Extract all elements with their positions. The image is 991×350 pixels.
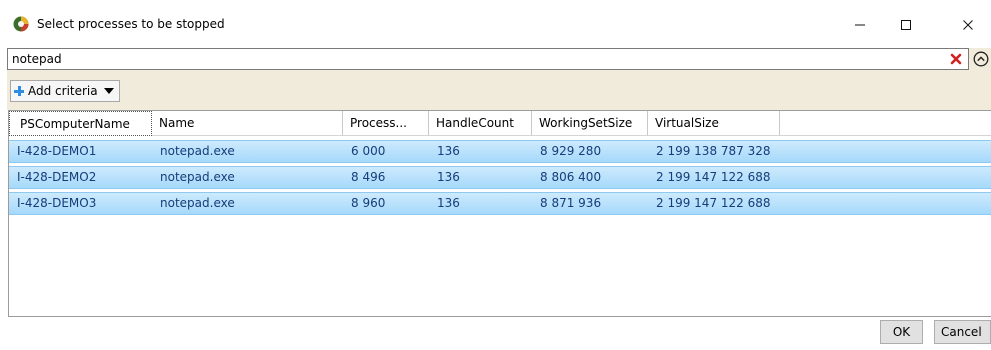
clear-search-icon[interactable] <box>949 52 963 66</box>
app-icon <box>13 16 29 32</box>
close-button[interactable] <box>945 8 991 40</box>
close-icon <box>963 19 973 30</box>
column-header-virtualsize[interactable]: VirtualSize <box>648 111 780 136</box>
table-row[interactable]: I-428-DEMO3 notepad.exe 8 960 136 8 871 … <box>9 192 991 215</box>
search-input[interactable] <box>7 48 969 70</box>
cell-computer: I-428-DEMO3 <box>17 196 97 210</box>
cancel-button[interactable]: Cancel <box>934 320 991 344</box>
cell-process-id: 8 496 <box>351 170 386 184</box>
title-bar: Select processes to be stopped <box>0 0 991 40</box>
column-header-name[interactable]: Name <box>152 111 343 136</box>
cell-working-set: 8 871 936 <box>540 196 602 210</box>
cell-handle-count: 136 <box>437 196 460 210</box>
chevron-up-circle-icon[interactable] <box>973 51 989 67</box>
table-row[interactable]: I-428-DEMO1 notepad.exe 6 000 136 8 929 … <box>9 140 991 163</box>
add-criteria-label: Add criteria <box>28 84 98 98</box>
cell-process-id: 8 960 <box>351 196 386 210</box>
table-row[interactable]: I-428-DEMO2 notepad.exe 8 496 136 8 806 … <box>9 166 991 189</box>
column-header-process[interactable]: Process... <box>343 111 429 136</box>
process-grid: PSComputerName Name Process... HandleCou… <box>8 110 991 317</box>
minimize-button[interactable] <box>837 8 883 40</box>
cell-name: notepad.exe <box>160 144 235 158</box>
criteria-bar: Add criteria <box>7 70 991 110</box>
maximize-button[interactable] <box>883 8 929 40</box>
grid-rows: I-428-DEMO1 notepad.exe 6 000 136 8 929 … <box>9 140 991 218</box>
plus-icon <box>14 86 24 96</box>
grid-header: PSComputerName Name Process... HandleCou… <box>9 111 991 136</box>
window-title: Select processes to be stopped <box>37 17 225 31</box>
cell-handle-count: 136 <box>437 170 460 184</box>
cell-working-set: 8 929 280 <box>540 144 602 158</box>
cell-process-id: 6 000 <box>351 144 386 158</box>
cell-virtual-size: 2 199 147 122 688 <box>656 170 771 184</box>
caret-down-icon <box>103 88 114 94</box>
cell-name: notepad.exe <box>160 170 235 184</box>
cell-virtual-size: 2 199 138 787 328 <box>656 144 771 158</box>
maximize-icon <box>901 19 911 30</box>
column-header-filler <box>780 111 991 136</box>
add-criteria-button[interactable]: Add criteria <box>10 80 120 102</box>
ok-button[interactable]: OK <box>880 320 923 344</box>
cell-computer: I-428-DEMO2 <box>17 170 97 184</box>
minimize-icon <box>855 24 865 25</box>
cell-virtual-size: 2 199 147 122 688 <box>656 196 771 210</box>
cell-working-set: 8 806 400 <box>540 170 602 184</box>
cell-handle-count: 136 <box>437 144 460 158</box>
cell-computer: I-428-DEMO1 <box>17 144 97 158</box>
column-header-workingsetsize[interactable]: WorkingSetSize <box>532 111 648 136</box>
search-bar <box>7 48 991 70</box>
column-header-pscomputername[interactable]: PSComputerName <box>9 111 152 136</box>
cell-name: notepad.exe <box>160 196 235 210</box>
column-header-handlecount[interactable]: HandleCount <box>429 111 532 136</box>
